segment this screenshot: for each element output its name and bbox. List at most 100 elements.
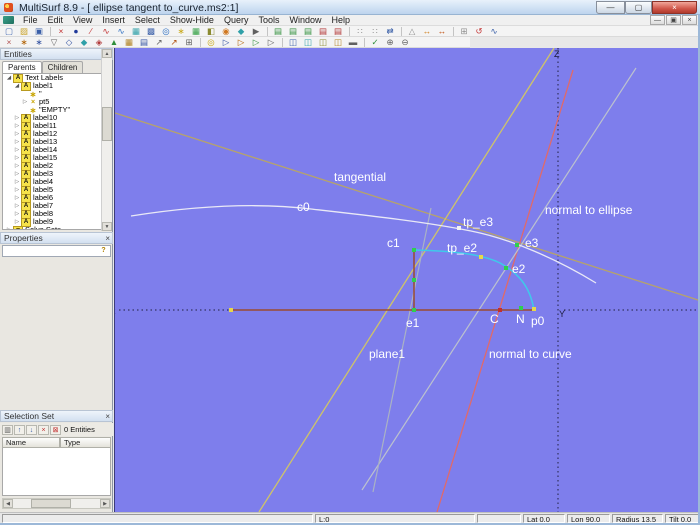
snake-tool-icon[interactable]: ∿ bbox=[114, 26, 128, 36]
view-top-icon[interactable]: ▤ bbox=[301, 26, 315, 36]
tree-expander-icon[interactable]: ▷ bbox=[5, 226, 13, 229]
clone-icon[interactable]: ◫ bbox=[331, 37, 345, 47]
new-file-icon[interactable]: ▢ bbox=[2, 26, 16, 36]
delete-entity-icon[interactable]: × bbox=[54, 26, 68, 36]
menu-tools[interactable]: Tools bbox=[253, 15, 284, 26]
mdi-minimize-button[interactable]: — bbox=[650, 15, 665, 25]
normal-to-ellipse-line[interactable] bbox=[361, 67, 637, 491]
tree-item-label8[interactable]: ▷ Alabel8 bbox=[3, 209, 110, 219]
ellipse-arc[interactable] bbox=[413, 249, 535, 311]
tree-item-solvesets[interactable]: ▷ = Solve Sets bbox=[3, 225, 110, 229]
label-c1[interactable]: c1 bbox=[387, 236, 400, 250]
note-icon[interactable]: ▬ bbox=[346, 37, 360, 47]
open-file-icon[interactable]: ▨ bbox=[17, 26, 31, 36]
menu-show-hide[interactable]: Show-Hide bbox=[165, 15, 219, 26]
tree-item-label3[interactable]: ▷ Alabel3 bbox=[3, 169, 110, 179]
entities-tree-scrollbar[interactable]: ▲ ▼ bbox=[101, 49, 112, 231]
pick-arrow-icon[interactable]: ▶ bbox=[249, 26, 263, 36]
selection-hscrollbar[interactable]: ◀ ▶ bbox=[2, 498, 111, 509]
tree-item-[interactable]: ∗ " bbox=[3, 90, 110, 99]
grid-dots2-icon[interactable]: ∷ bbox=[368, 26, 382, 36]
label-tp-e2[interactable]: tp_e2 bbox=[447, 241, 477, 255]
axis-mid-point[interactable] bbox=[412, 278, 416, 282]
show-one-icon[interactable]: ▷ bbox=[219, 37, 233, 47]
menu-insert[interactable]: Insert bbox=[97, 15, 130, 26]
mdi-close-button[interactable]: × bbox=[682, 15, 697, 25]
construction-line[interactable] bbox=[258, 48, 555, 512]
tree-expander-icon[interactable]: ▷ bbox=[13, 122, 21, 130]
label-e3[interactable]: e3 bbox=[525, 236, 539, 250]
tree-expander-icon[interactable]: ▷ bbox=[13, 186, 21, 194]
orbit-icon[interactable]: ↗ bbox=[152, 37, 166, 47]
label-normal-to-ellipse[interactable]: normal to ellipse bbox=[545, 203, 633, 217]
label-p0[interactable]: p0 bbox=[531, 314, 545, 328]
e2-point[interactable] bbox=[504, 266, 508, 270]
mdi-restore-button[interactable]: ▣ bbox=[666, 15, 681, 25]
label-e2[interactable]: e2 bbox=[512, 262, 526, 276]
tree-item-label2[interactable]: ▷ Alabel2 bbox=[3, 161, 110, 171]
clear-icon[interactable]: ⊠ bbox=[50, 424, 61, 435]
tree-item-textlabels[interactable]: ◢ A Text Labels bbox=[3, 74, 110, 83]
scroll-right-icon[interactable]: ▶ bbox=[100, 499, 110, 508]
magnet-tool-icon[interactable]: ◆ bbox=[234, 26, 248, 36]
tree-expander-icon[interactable]: ◢ bbox=[5, 74, 13, 82]
ring-tool-icon[interactable]: ◎ bbox=[159, 26, 173, 36]
paste-icon[interactable]: ◫ bbox=[301, 37, 315, 47]
properties-entity-field[interactable]: ? bbox=[2, 245, 111, 257]
scroll-down-icon[interactable]: ▼ bbox=[102, 222, 112, 231]
entity-curve-icon[interactable]: ◇ bbox=[62, 37, 76, 47]
menu-file[interactable]: File bbox=[18, 15, 43, 26]
undo-icon[interactable]: ↺ bbox=[472, 26, 486, 36]
curve-tool-icon[interactable]: ∿ bbox=[99, 26, 113, 36]
hscroll-thumb[interactable] bbox=[31, 499, 71, 508]
axis-label-x[interactable]: x bbox=[115, 306, 116, 316]
tp-e2-point[interactable] bbox=[479, 255, 483, 259]
view-persp-icon[interactable]: ▤ bbox=[331, 26, 345, 36]
tree-expander-icon[interactable]: ▷ bbox=[13, 210, 21, 218]
grid-tool-icon[interactable]: ▦ bbox=[189, 26, 203, 36]
tree-expander-icon[interactable]: ▷ bbox=[13, 194, 21, 202]
solid-tool-icon[interactable]: ▩ bbox=[144, 26, 158, 36]
bulb-icon[interactable]: ◎ bbox=[204, 37, 218, 47]
drawing-viewport[interactable]: tangential c0 tp_e3 normal to ellipse e3 c1 tp… bbox=[114, 48, 699, 512]
hide-one-icon[interactable]: ▷ bbox=[234, 37, 248, 47]
axis-label-y[interactable]: Y bbox=[559, 309, 565, 319]
tree-item-label1[interactable]: ◢ Alabel1 bbox=[3, 81, 110, 91]
zoom-out-icon[interactable]: ⊖ bbox=[398, 37, 412, 47]
view-iso-icon[interactable]: ▤ bbox=[316, 26, 330, 36]
menu-select[interactable]: Select bbox=[130, 15, 165, 26]
view-front-icon[interactable]: ▤ bbox=[271, 26, 285, 36]
center-icon[interactable]: ⊞ bbox=[457, 26, 471, 36]
label-N[interactable]: N bbox=[516, 312, 525, 326]
column-header-type[interactable]: Type bbox=[60, 437, 111, 448]
tree-expander-icon[interactable]: ▷ bbox=[13, 162, 21, 170]
tp-e3-point[interactable] bbox=[457, 226, 461, 230]
c1-point[interactable] bbox=[412, 248, 416, 252]
menu-query[interactable]: Query bbox=[219, 15, 254, 26]
properties-help-icon[interactable]: ? bbox=[98, 247, 109, 255]
tree-expander-icon[interactable]: ▷ bbox=[13, 146, 21, 154]
tree-expander-icon[interactable]: ▷ bbox=[13, 202, 21, 210]
e3-point[interactable] bbox=[515, 243, 519, 247]
label-C[interactable]: C bbox=[490, 312, 499, 326]
pan-icon[interactable]: ⊞ bbox=[182, 37, 196, 47]
label-tp-e3[interactable]: tp_e3 bbox=[463, 215, 493, 229]
shrink-icon[interactable]: ↔ bbox=[420, 26, 434, 36]
tree-expander-icon[interactable]: ▷ bbox=[13, 114, 21, 122]
show-labels-icon[interactable]: ∗ bbox=[32, 37, 46, 47]
point-tool-icon[interactable]: ● bbox=[69, 26, 83, 36]
origin-point[interactable] bbox=[229, 308, 233, 312]
tree-item-label7[interactable]: ▷ Alabel7 bbox=[3, 201, 110, 211]
save-file-icon[interactable]: ▣ bbox=[32, 26, 46, 36]
swap-view-icon[interactable]: ⇄ bbox=[383, 26, 397, 36]
tree-expander-icon[interactable]: ▷ bbox=[13, 178, 21, 186]
tree-expander-icon[interactable]: ▷ bbox=[13, 170, 21, 178]
tree-item-label4[interactable]: ▷ Alabel4 bbox=[3, 177, 110, 187]
remove-icon[interactable]: × bbox=[38, 424, 49, 435]
tree-item-label6[interactable]: ▷ Alabel6 bbox=[3, 193, 110, 203]
menu-edit[interactable]: Edit bbox=[43, 15, 69, 26]
fit-curve-icon[interactable]: ∿ bbox=[487, 26, 501, 36]
sphere-tool-icon[interactable]: ◉ bbox=[219, 26, 233, 36]
tree-item-label15[interactable]: ▷ Alabel15 bbox=[3, 153, 110, 163]
menu-help[interactable]: Help bbox=[327, 15, 356, 26]
